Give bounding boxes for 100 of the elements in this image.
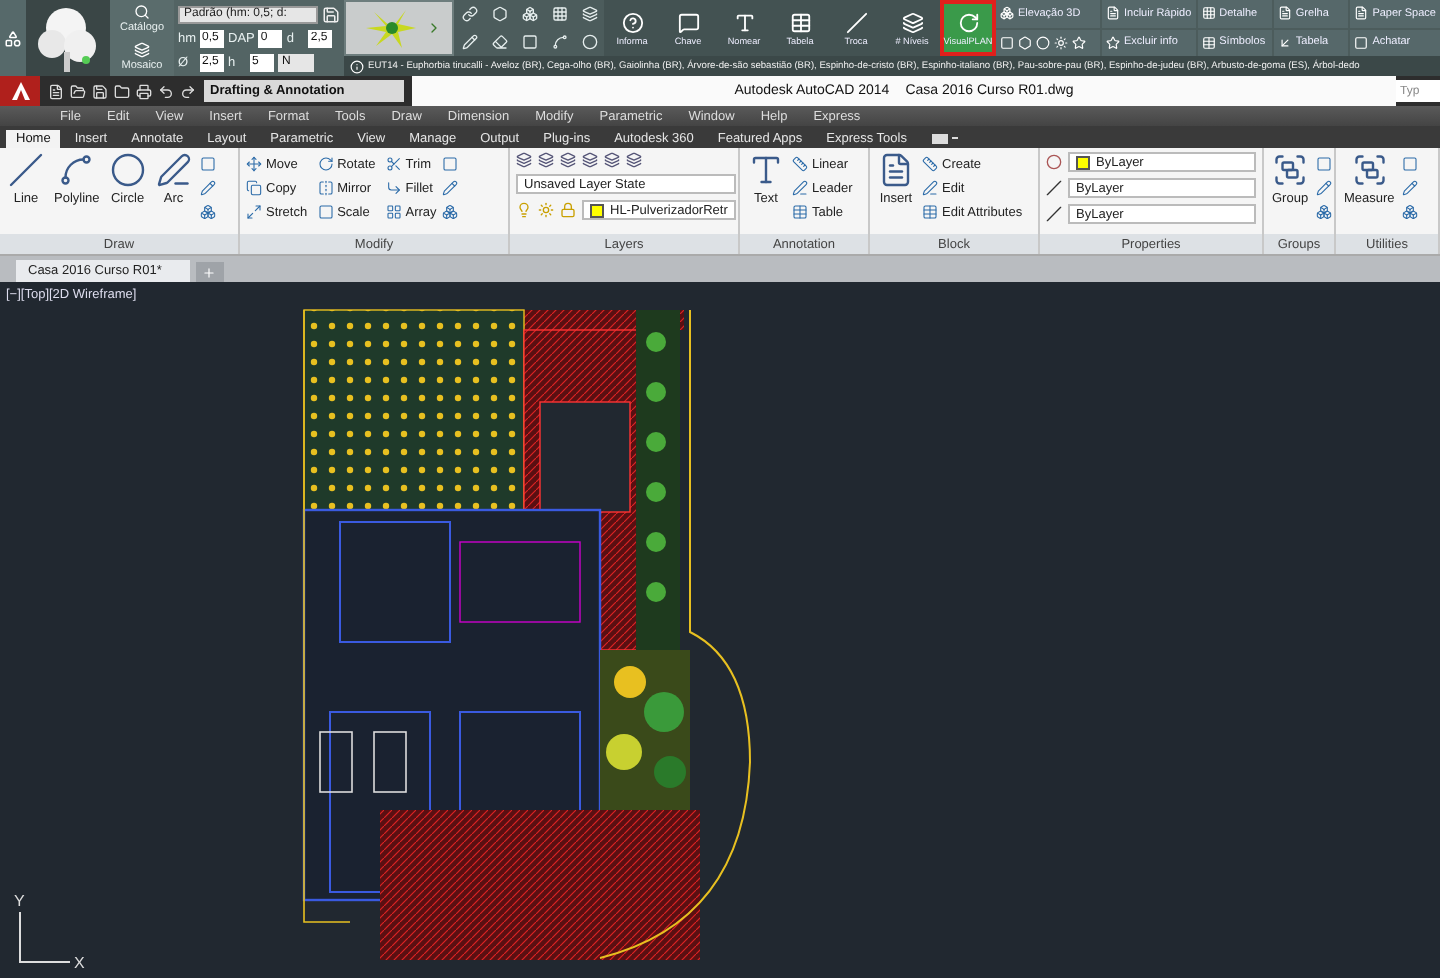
ribbon-icon-button[interactable]: [199, 204, 216, 220]
sun-icon: [538, 202, 554, 218]
ribbon-icon-button[interactable]: [1316, 180, 1333, 196]
ribbon-icon-button[interactable]: [442, 204, 459, 220]
linetype-icon: [1046, 180, 1062, 196]
tool-icon: [385, 156, 402, 172]
tool-icon: [199, 180, 216, 196]
tool-icon: [1106, 6, 1120, 21]
tool-icon: [199, 156, 216, 172]
toolbar-icon[interactable]: [521, 34, 537, 50]
toolbar-icon[interactable]: [491, 34, 507, 50]
tool-icon: [1272, 152, 1309, 188]
quick-access-icon[interactable]: [70, 83, 86, 99]
tool-icon: [922, 180, 938, 196]
a-logo-icon: [9, 80, 31, 102]
tool-icon: [1402, 180, 1419, 196]
tool-icon: [199, 204, 216, 220]
quick-access-icon[interactable]: [48, 83, 64, 99]
info-icon: [350, 59, 364, 73]
tool-icon: [317, 156, 334, 172]
tool-icon: [1402, 204, 1419, 220]
toolbar-icon[interactable]: [581, 6, 597, 22]
tool-icon: [1351, 152, 1388, 188]
tool-icon: [621, 11, 643, 33]
tool-icon: [1201, 35, 1216, 50]
tool-icon: [442, 156, 459, 172]
plant-preview[interactable]: [344, 0, 454, 56]
application-menu-button[interactable]: [0, 76, 40, 106]
tool-icon: [155, 152, 192, 188]
ribbon-icon-button[interactable]: [1402, 204, 1419, 220]
toolbar-icon[interactable]: [491, 6, 507, 22]
plant-icon: [365, 10, 415, 48]
layer-tool-icon[interactable]: [582, 152, 598, 168]
quick-access-icon[interactable]: [180, 83, 196, 99]
toolbar-icon[interactable]: [581, 34, 597, 50]
tool-icon: [1354, 6, 1369, 21]
lock-icon: [560, 202, 576, 218]
tool-icon: [1000, 6, 1014, 21]
search-icon: [134, 4, 150, 20]
tool-icon: [317, 180, 334, 196]
ribbon-icon-button[interactable]: [1402, 180, 1419, 196]
quick-access-icon[interactable]: [114, 83, 130, 99]
tool-icon: [109, 152, 146, 188]
tool-icon: [1201, 6, 1216, 21]
toolbar-icon[interactable]: [551, 34, 567, 50]
layer-tool-icon[interactable]: [560, 152, 576, 168]
tree-thumbnail: [26, 0, 110, 76]
tool-icon: [246, 204, 262, 220]
tool-icon: [789, 11, 811, 33]
tool-icon: [1354, 35, 1369, 50]
save-icon[interactable]: [322, 5, 340, 23]
layer-tool-icon[interactable]: [538, 152, 554, 168]
tool-icon: [748, 152, 784, 188]
tool-icon: [922, 204, 938, 220]
tool-icon: [792, 156, 808, 172]
layers-icon: [133, 42, 150, 58]
tool-icon: [385, 204, 402, 220]
tool-icon: [1402, 156, 1419, 172]
layer-tool-icon[interactable]: [604, 152, 620, 168]
lineweight-icon: [1046, 206, 1062, 222]
toolbar-icon[interactable]: [551, 6, 567, 22]
plus-icon: [202, 265, 217, 279]
tool-icon: [878, 152, 914, 188]
plugin-app-icon[interactable]: [0, 0, 26, 76]
tool-icon: [385, 180, 402, 196]
layer-tool-icon[interactable]: [516, 152, 532, 168]
toolbar-icon[interactable]: [1054, 35, 1068, 50]
tool-icon: [733, 11, 755, 33]
tool-icon: [792, 180, 808, 196]
ribbon-icon-button[interactable]: [199, 180, 216, 196]
quick-access-icon[interactable]: [158, 83, 174, 99]
tool-icon: [246, 180, 262, 196]
tool-icon: [677, 11, 699, 33]
toolbar-icon[interactable]: [521, 6, 537, 22]
tool-icon: [845, 11, 867, 33]
tool-icon: [957, 11, 979, 33]
tool-icon: [1316, 204, 1333, 220]
toolbar-icon[interactable]: [461, 34, 477, 50]
tool-icon: [1106, 35, 1120, 50]
tool-icon: [922, 156, 938, 172]
tool-icon: [246, 156, 262, 172]
tool-icon: [442, 180, 459, 196]
toolbar-icon[interactable]: [461, 6, 477, 22]
quick-access-icon[interactable]: [136, 83, 152, 99]
tool-icon: [901, 11, 923, 33]
tool-icon: [792, 204, 808, 220]
tool-icon: [1316, 156, 1333, 172]
panel-toggle-icon[interactable]: [932, 128, 961, 148]
tool-icon: [58, 152, 95, 188]
layer-tool-icon[interactable]: [626, 152, 642, 168]
ribbon-icon-button[interactable]: [442, 180, 459, 196]
tool-icon: [1277, 35, 1292, 50]
ribbon-icon-button[interactable]: [1316, 204, 1333, 220]
tool-icon: [1277, 6, 1292, 21]
bulb-icon: [516, 202, 532, 218]
tool-icon: [1316, 180, 1333, 196]
color-wheel-icon: [1046, 154, 1062, 170]
tool-icon: [317, 204, 334, 220]
tool-icon: [442, 204, 459, 220]
quick-access-icon[interactable]: [92, 83, 108, 99]
